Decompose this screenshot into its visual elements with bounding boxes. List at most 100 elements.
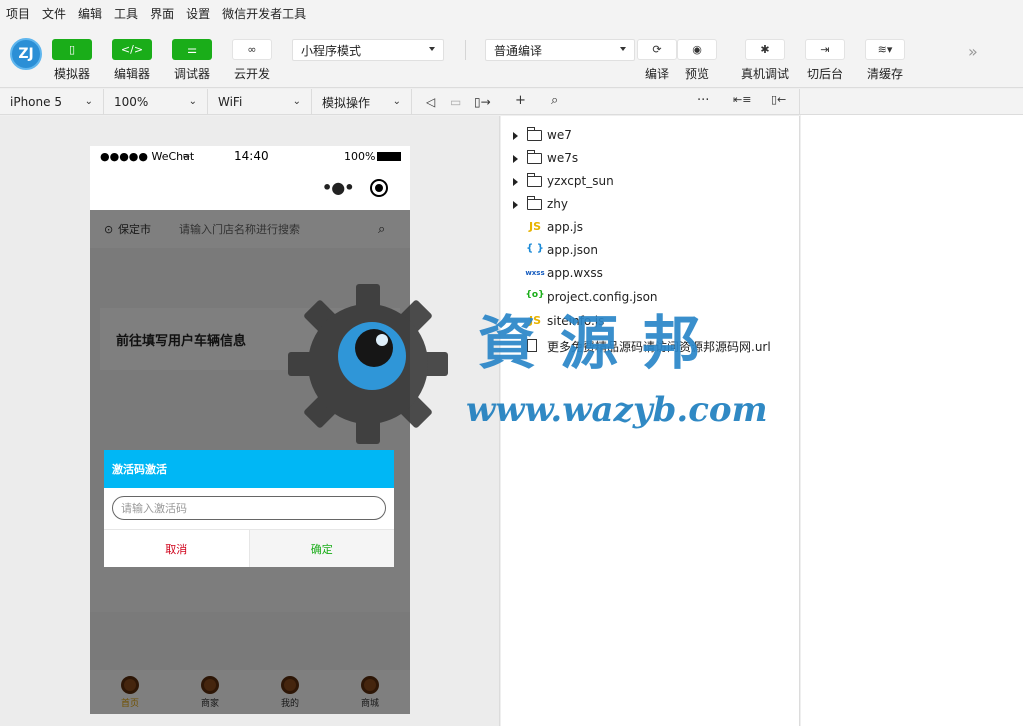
menu-dots-icon[interactable]: •●•: [322, 178, 354, 197]
status-time: 14:40: [234, 149, 269, 163]
layers-icon: ≋▾: [865, 39, 905, 60]
operation-select[interactable]: 模拟操作 ⌄: [312, 89, 412, 115]
tree-item-folder[interactable]: we7: [501, 125, 800, 147]
menu-file[interactable]: 文件: [42, 5, 66, 22]
background-button[interactable]: ⇥ 切后台: [805, 39, 845, 82]
tree-item-folder[interactable]: zhy: [501, 194, 800, 216]
file-panel-header: + ⌕ ··· ⇤≡ ▯←: [501, 89, 800, 115]
tree-item-file[interactable]: {o} project.config.json: [501, 287, 800, 309]
close-capsule-icon[interactable]: [370, 179, 388, 197]
activation-dialog: 激活码激活 请输入激活码 取消 确定: [104, 450, 394, 567]
editor-panel: [801, 89, 1023, 726]
menu-bar: 项目 文件 编辑 工具 界面 设置 微信开发者工具: [0, 0, 1023, 26]
debugger-button[interactable]: ⚌ 调试器: [172, 39, 212, 82]
chevron-down-icon: ⌄: [84, 96, 93, 107]
compile-label: 编译: [644, 67, 669, 81]
expand-arrow-icon[interactable]: [513, 201, 518, 209]
menu-settings[interactable]: 设置: [186, 5, 210, 22]
add-file-icon[interactable]: +: [515, 93, 526, 108]
dialog-actions: 取消 确定: [104, 529, 394, 567]
mode-select-value: 小程序模式: [301, 43, 362, 58]
cloud-button[interactable]: ∞ 云开发: [232, 39, 272, 82]
expand-arrow-icon[interactable]: [513, 155, 518, 163]
editor-button[interactable]: </> 编辑器: [112, 39, 152, 82]
menu-project[interactable]: 项目: [6, 5, 30, 22]
network-select[interactable]: WiFi ⌄: [208, 89, 312, 115]
wifi-icon: ≈: [182, 150, 191, 162]
file-name: yzxcpt_sun: [547, 174, 614, 188]
more-options-icon[interactable]: ···: [697, 93, 709, 108]
cancel-button[interactable]: 取消: [104, 530, 249, 567]
menu-tools[interactable]: 工具: [114, 5, 138, 22]
expand-arrow-icon[interactable]: [513, 178, 518, 186]
compile-select-value: 普通编译: [494, 43, 543, 58]
preview-button[interactable]: ◉ 预览: [677, 39, 717, 82]
folder-icon: [527, 127, 542, 141]
menu-view[interactable]: 界面: [150, 5, 174, 22]
tree-item-file[interactable]: wxss app.wxss: [501, 263, 800, 285]
signal-carrier: ●●●●● WeChat: [100, 149, 195, 163]
folder-icon: [527, 196, 542, 210]
file-name: app.json: [547, 243, 598, 257]
more-chevron-icon[interactable]: »: [968, 42, 978, 61]
copy-icon[interactable]: ▭: [450, 95, 461, 109]
activation-code-input[interactable]: 请输入激活码: [112, 496, 386, 520]
caret-down-icon: [620, 47, 626, 51]
menu-edit[interactable]: 编辑: [78, 5, 102, 22]
folder-icon: [527, 173, 542, 187]
js-file-icon: JS: [528, 220, 541, 233]
menu-devtools[interactable]: 微信开发者工具: [222, 5, 306, 22]
caret-down-icon: [429, 47, 435, 51]
file-name: project.config.json: [547, 290, 658, 304]
modal-mask: 激活码激活 请输入激活码 取消 确定: [90, 210, 410, 714]
phone-icon: ▯: [52, 39, 92, 60]
file-name: siteinfo.js: [547, 314, 605, 328]
file-name: 更多免费精品源码请访问资源邦源码网.url: [547, 340, 771, 354]
tree-item-file[interactable]: 更多免费精品源码请访问资源邦源码网.url: [501, 335, 800, 357]
tree-item-folder[interactable]: yzxcpt_sun: [501, 171, 800, 193]
compile-select[interactable]: 普通编译: [485, 39, 635, 61]
clear-cache-label: 清缓存: [866, 67, 903, 81]
remote-debug-button[interactable]: ✱ 真机调试: [741, 39, 789, 82]
folder-icon: [527, 150, 542, 164]
file-name: we7: [547, 128, 572, 142]
simulator-button[interactable]: ▯ 模拟器: [52, 39, 92, 82]
document-file-icon: [527, 339, 537, 352]
expand-arrow-icon[interactable]: [513, 132, 518, 140]
battery-icon: [377, 152, 401, 161]
simulator-label: 模拟器: [53, 67, 90, 81]
detach-icon[interactable]: ▯→: [474, 95, 491, 109]
file-name: app.wxss: [547, 266, 603, 280]
toolbar: ZJ ▯ 模拟器 </> 编辑器 ⚌ 调试器 ∞ 云开发 小程序模式 普通编译 …: [0, 26, 1023, 88]
tree-item-file[interactable]: { } app.json: [501, 240, 800, 262]
remote-debug-label: 真机调试: [741, 67, 790, 81]
toggle-panel-icon[interactable]: ▯←: [771, 93, 786, 106]
tree-item-file[interactable]: JS siteinfo.js: [501, 311, 800, 333]
json-file-icon: { }: [526, 243, 544, 254]
collapse-icon[interactable]: ⇤≡: [733, 93, 751, 106]
preview-label: 预览: [684, 67, 709, 81]
volume-icon[interactable]: ◁: [426, 95, 435, 109]
dialog-title: 激活码激活: [104, 450, 394, 488]
compile-button[interactable]: ⟳ 编译: [637, 39, 677, 82]
battery-percent: 100%: [344, 149, 376, 163]
code-icon: </>: [112, 39, 152, 60]
refresh-icon: ⟳: [637, 39, 677, 60]
chevron-down-icon: ⌄: [392, 96, 401, 107]
bug-icon: ✱: [745, 39, 785, 60]
tree-item-folder[interactable]: we7s: [501, 148, 800, 170]
debugger-label: 调试器: [173, 67, 210, 81]
file-name: we7s: [547, 151, 579, 165]
tree-item-file[interactable]: JS app.js: [501, 217, 800, 239]
app-logo-icon[interactable]: ZJ: [10, 38, 42, 70]
mode-select[interactable]: 小程序模式: [292, 39, 444, 61]
zoom-select[interactable]: 100% ⌄: [104, 89, 208, 115]
device-select[interactable]: iPhone 5 ⌄: [0, 89, 104, 115]
search-icon[interactable]: ⌕: [551, 93, 558, 108]
clear-cache-button[interactable]: ≋▾ 清缓存: [865, 39, 905, 82]
confirm-button[interactable]: 确定: [248, 530, 394, 567]
editor-panel-header: [801, 89, 1023, 115]
background-label: 切后台: [806, 67, 843, 81]
debug-sliders-icon: ⚌: [172, 39, 212, 60]
config-file-icon: {o}: [525, 290, 545, 300]
